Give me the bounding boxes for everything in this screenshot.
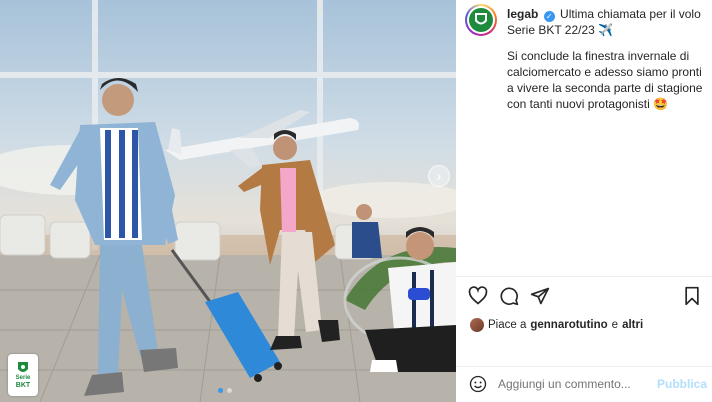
author-username[interactable]: legab <box>507 7 538 21</box>
liker-username[interactable]: gennarotutino <box>530 319 607 331</box>
likes-and: e <box>611 319 619 331</box>
post-actions-bar <box>468 286 704 308</box>
emoji-button[interactable] <box>469 375 487 393</box>
publish-button[interactable]: Pubblica <box>657 377 707 391</box>
comment-icon <box>500 287 519 306</box>
save-button[interactable] <box>682 286 702 306</box>
likes-summary: Piace a gennarotutino e altri <box>470 318 643 332</box>
liker-avatar[interactable] <box>470 318 484 332</box>
comment-input[interactable] <box>498 375 648 393</box>
likes-others-link[interactable]: altri <box>622 319 643 331</box>
send-icon <box>530 287 550 305</box>
verified-badge-icon: ✓ <box>543 11 555 22</box>
author-avatar[interactable] <box>465 4 497 36</box>
carousel-indicator <box>218 388 232 393</box>
like-button[interactable] <box>468 286 488 306</box>
airplane-emoji: ✈️ <box>598 23 614 37</box>
heart-icon <box>468 286 488 305</box>
badge-line-2: BKT <box>15 381 31 389</box>
divider <box>456 276 712 277</box>
comment-composer: Pubblica <box>456 366 712 402</box>
caption-body: Si conclude la finestra invernale di cal… <box>507 49 703 111</box>
emoji-icon <box>469 375 487 393</box>
serie-bkt-logo: Serie BKT <box>8 354 38 396</box>
carousel-next-button[interactable]: › <box>428 165 450 187</box>
carousel-dot-active <box>218 388 223 393</box>
likes-prefix: Piace a <box>488 319 527 331</box>
bookmark-icon <box>685 286 699 306</box>
instagram-post-view: › Serie BKT legab ✓ Ultima chiamata per … <box>0 0 712 402</box>
share-button[interactable] <box>530 286 550 306</box>
airplane-graphic <box>165 110 359 168</box>
airport-scene-illustration <box>0 0 456 402</box>
post-caption-header: legab ✓ Ultima chiamata per il volo Seri… <box>507 6 707 38</box>
league-shield-icon <box>475 13 487 25</box>
league-shield-icon <box>18 361 28 372</box>
post-side-panel: legab ✓ Ultima chiamata per il volo Seri… <box>456 0 712 402</box>
badge-line-1: Serie <box>15 374 31 381</box>
comment-button[interactable] <box>499 286 519 306</box>
post-image[interactable]: › Serie BKT <box>0 0 456 402</box>
chevron-right-icon: › <box>436 168 442 184</box>
lega-b-logo <box>469 8 493 32</box>
carousel-dot <box>227 388 232 393</box>
